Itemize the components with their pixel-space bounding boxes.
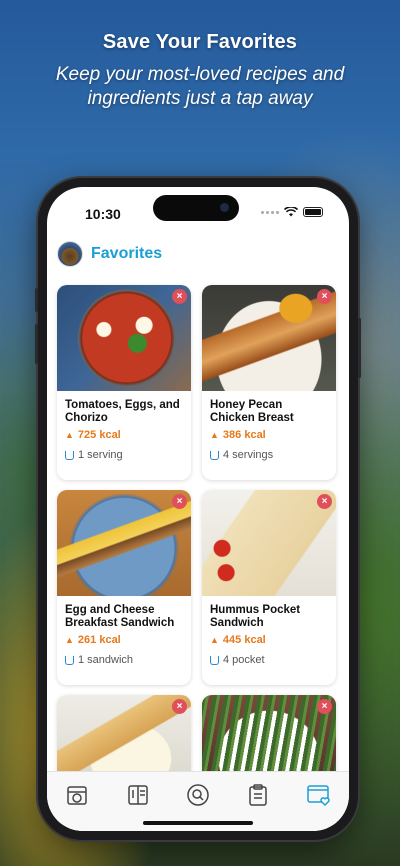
scale-icon (65, 655, 74, 665)
recipe-image: × (202, 285, 336, 391)
recipe-image: × (57, 490, 191, 596)
recipe-image: × (57, 285, 191, 391)
scale-icon (210, 450, 219, 460)
recipe-servings: 4 pocket (202, 654, 336, 666)
signal-icon (261, 210, 279, 214)
flame-icon: ▲ (210, 635, 219, 645)
remove-favorite-button[interactable]: × (317, 699, 332, 714)
recipe-title: Egg and Cheese Breakfast Sandwich (65, 604, 175, 629)
promo-subtitle: Keep your most-loved recipes and ingredi… (55, 64, 345, 109)
remove-favorite-button[interactable]: × (317, 289, 332, 304)
page-title: Favorites (91, 245, 163, 262)
search-dish-icon (187, 784, 209, 806)
clipboard-list-icon (249, 784, 268, 806)
tab-shopping-list[interactable] (245, 782, 271, 808)
recipe-title: Hummus Pocket Sandwich (210, 604, 301, 629)
avatar[interactable] (57, 241, 83, 267)
home-indicator (143, 821, 253, 825)
recipe-card[interactable]: × Tomatoes, Eggs, and Chorizo ▲ 725 kcal … (57, 285, 191, 480)
flame-icon: ▲ (210, 430, 219, 440)
tab-cooking[interactable] (64, 782, 90, 808)
volume-up-button (35, 288, 38, 312)
flame-icon: ▲ (65, 430, 74, 440)
tab-recipes[interactable] (125, 782, 151, 808)
recipe-image: × (202, 490, 336, 596)
recipe-calories: ▲ 261 kcal (65, 634, 121, 646)
recipe-book-icon (127, 785, 148, 805)
scale-icon (210, 655, 219, 665)
remove-favorite-button[interactable]: × (172, 289, 187, 304)
wifi-icon (284, 207, 298, 217)
status-icons (261, 207, 323, 217)
tab-favorites[interactable] (306, 782, 332, 808)
page-header: Favorites (57, 241, 162, 267)
recipe-card[interactable]: × Egg and Cheese Breakfast Sandwich ▲ 261… (57, 490, 191, 685)
recipe-calories: ▲ 386 kcal (210, 429, 266, 441)
favorites-icon (307, 785, 330, 807)
battery-icon (303, 207, 323, 217)
remove-favorite-button[interactable]: × (172, 699, 187, 714)
power-button (358, 318, 361, 378)
recipe-card[interactable]: × Hummus Pocket Sandwich ▲ 445 kcal 4 poc… (202, 490, 336, 685)
recipe-servings: 1 serving (57, 449, 191, 461)
recipe-card[interactable]: × Honey Pecan Chicken Breast ▲ 386 kcal 4… (202, 285, 336, 480)
tab-search[interactable] (185, 782, 211, 808)
recipe-calories: ▲ 445 kcal (210, 634, 266, 646)
dynamic-island (153, 195, 239, 221)
cooking-pot-icon (67, 786, 87, 805)
recipe-servings: 1 sandwich (57, 654, 191, 666)
status-time: 10:30 (85, 206, 121, 222)
remove-favorite-button[interactable]: × (172, 494, 187, 509)
flame-icon: ▲ (65, 635, 74, 645)
recipe-title: Honey Pecan Chicken Breast (210, 399, 294, 424)
camera-icon (220, 203, 229, 212)
remove-favorite-button[interactable]: × (317, 494, 332, 509)
scale-icon (65, 450, 74, 460)
recipe-servings: 4 servings (202, 449, 336, 461)
phone-frame: 10:30 Favorites × Tomatoes, Eggs, and Ch… (35, 178, 361, 840)
recipe-calories: ▲ 725 kcal (65, 429, 121, 441)
promo-title: Save Your Favorites (102, 31, 298, 53)
volume-down-button (35, 324, 38, 364)
recipe-title: Tomatoes, Eggs, and Chorizo (65, 399, 180, 424)
app-screen: 10:30 Favorites × Tomatoes, Eggs, and Ch… (47, 187, 349, 831)
